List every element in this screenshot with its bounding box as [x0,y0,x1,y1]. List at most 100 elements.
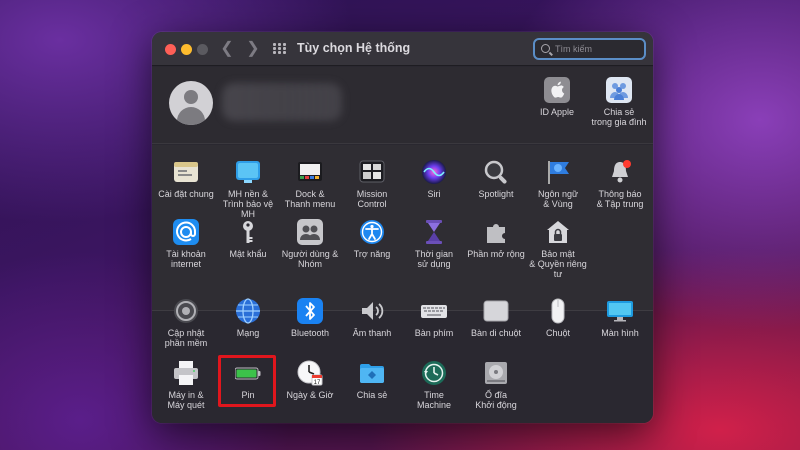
extensions-icon [483,219,509,245]
mouse-icon [545,298,571,324]
keyboard-label: Bàn phím [414,328,454,338]
family-sharing-label: Chia sẻ trong gia đình [591,107,647,127]
printers-scanners-label: Máy in & Máy quét [167,390,205,410]
pref-siri[interactable]: Siri [401,159,467,199]
pref-trackpad[interactable]: Bàn di chuột [463,298,529,338]
keyboard-icon [421,298,447,324]
users-groups-icon [297,219,323,245]
pref-internet-accounts[interactable]: Tài khoản internet [153,219,219,269]
pref-mission-control[interactable]: Mission Control [339,159,405,209]
pref-mouse[interactable]: Chuột [525,298,591,338]
trackpad-label: Bàn di chuột [470,328,522,338]
screen-time-label: Thời gian sử dụng [415,249,453,269]
pref-passwords[interactable]: Mật khẩu [215,219,281,259]
pref-date-time[interactable]: 17 Ngày & Giờ [277,360,343,400]
search-field[interactable] [533,38,646,60]
system-preferences-window: ❮ ❯ Tùy chọn Hệ thống ID Apple [152,32,653,423]
notifications-icon [607,159,633,185]
bluetooth-label: Bluetooth [290,328,330,338]
battery-highlight-box [218,355,276,407]
users-groups-label: Người dùng & Nhóm [281,249,339,269]
family-sharing-icon [606,77,632,103]
pref-accessibility[interactable]: Trợ năng [339,219,405,259]
siri-label: Siri [427,189,441,199]
close-button[interactable] [165,44,176,55]
mouse-label: Chuột [545,328,571,338]
mission-control-icon [359,159,385,185]
dock-icon [297,159,323,185]
back-chevron-icon[interactable]: ❮ [219,40,235,58]
search-input[interactable] [555,41,643,57]
startup-disk-icon [483,360,509,386]
pref-software-update[interactable]: Cập nhật phần mềm [153,298,219,348]
software-update-icon [173,298,199,324]
passwords-icon [235,219,261,245]
spotlight-icon [483,159,509,185]
accessibility-icon [359,219,385,245]
pref-language-region[interactable]: Ngôn ngữ & Vùng [525,159,591,209]
trackpad-icon [483,298,509,324]
accessibility-label: Trợ năng [353,249,391,259]
network-icon [235,298,261,324]
general-label: Cài đặt chung [158,189,214,199]
apple-id-item[interactable]: ID Apple [524,77,590,117]
pref-startup-disk[interactable]: Ổ đĩa Khởi động [463,360,529,410]
startup-disk-label: Ổ đĩa Khởi động [475,390,517,410]
pref-notifications[interactable]: Thông báo & Tập trung [587,159,653,209]
notifications-label: Thông báo & Tập trung [596,189,644,209]
dock-label: Dock & Thanh menu [284,189,336,209]
pref-network[interactable]: Mạng [215,298,281,338]
minimize-button[interactable] [181,44,192,55]
time-machine-label: Time Machine [416,390,452,410]
pref-extensions[interactable]: Phần mở rộng [463,219,529,259]
forward-chevron-icon[interactable]: ❯ [245,40,261,58]
mission-control-label: Mission Control [356,189,388,209]
software-update-label: Cập nhật phần mềm [164,328,208,348]
language-region-label: Ngôn ngữ & Vùng [537,189,579,209]
extensions-label: Phần mở rộng [467,249,525,259]
bluetooth-icon [297,298,323,324]
pref-sharing[interactable]: Chia sẻ [339,360,405,400]
pref-spotlight[interactable]: Spotlight [463,159,529,199]
pref-general[interactable]: Cài đặt chung [153,159,219,199]
pref-printers-scanners[interactable]: Máy in & Máy quét [153,360,219,410]
general-icon [173,159,199,185]
pref-sound[interactable]: Âm thanh [339,298,405,338]
pref-bluetooth[interactable]: Bluetooth [277,298,343,338]
screen-time-icon [421,219,447,245]
printers-scanners-icon [173,360,199,386]
blurred-user-name [222,83,342,121]
desktop-screensaver-icon [235,159,261,185]
security-privacy-icon [545,219,571,245]
sharing-icon [359,360,385,386]
network-label: Mạng [236,328,260,338]
user-avatar[interactable] [169,81,213,125]
siri-icon [421,159,447,185]
pref-dock[interactable]: Dock & Thanh menu [277,159,343,209]
displays-icon [607,298,633,324]
family-sharing-item[interactable]: Chia sẻ trong gia đình [586,77,652,127]
zoom-button[interactable] [197,44,208,55]
internet-accounts-label: Tài khoản internet [166,249,206,269]
sharing-label: Chia sẻ [356,390,388,400]
pref-desktop-screensaver[interactable]: MH nền & Trình bảo vệ MH [215,159,281,219]
svg-text:17: 17 [314,380,321,386]
pref-screen-time[interactable]: Thời gian sử dụng [401,219,467,269]
passwords-label: Mật khẩu [229,249,267,259]
date-time-icon: 17 [297,360,323,386]
date-time-label: Ngày & Giờ [286,390,334,400]
desktop-screensaver-label: MH nền & Trình bảo vệ MH [222,189,274,219]
time-machine-icon [421,360,447,386]
pref-time-machine[interactable]: Time Machine [401,360,467,410]
internet-accounts-icon [173,219,199,245]
title-bar: ❮ ❯ Tùy chọn Hệ thống [152,32,653,66]
language-region-icon [545,159,571,185]
search-icon [541,44,550,53]
pref-keyboard[interactable]: Bàn phím [401,298,467,338]
security-privacy-label: Bảo mật & Quyền riêng tư [529,249,587,279]
show-all-grid-icon[interactable] [273,43,287,55]
pref-security-privacy[interactable]: Bảo mật & Quyền riêng tư [525,219,591,279]
pref-displays[interactable]: Màn hình [587,298,653,338]
pref-users-groups[interactable]: Người dùng & Nhóm [277,219,343,269]
profile-section: ID Apple Chia sẻ trong gia đình [152,67,653,144]
